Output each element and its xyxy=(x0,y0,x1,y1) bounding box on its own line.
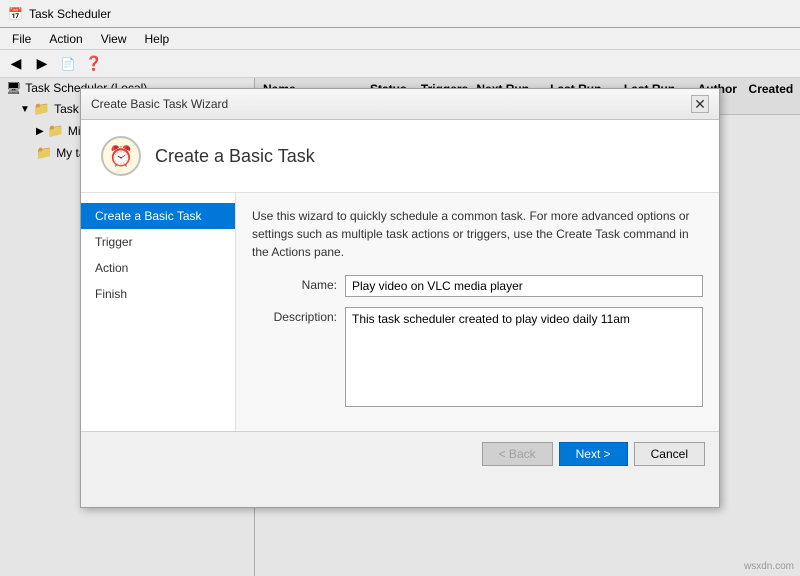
toolbar-file-btn[interactable]: 📄 xyxy=(56,53,80,75)
steps-panel: Create a Basic Task Trigger Action Finis… xyxy=(81,193,236,431)
content-panel: Use this wizard to quickly schedule a co… xyxy=(236,193,719,431)
next-button[interactable]: Next > xyxy=(559,442,628,466)
toolbar-back-btn[interactable]: ◀ xyxy=(4,53,28,75)
dialog-title: Create Basic Task Wizard xyxy=(91,97,228,111)
dialog-close-button[interactable]: ✕ xyxy=(691,95,709,113)
menu-view[interactable]: View xyxy=(93,30,135,48)
step-create[interactable]: Create a Basic Task xyxy=(81,203,235,229)
description-label: Description: xyxy=(252,307,337,324)
step-trigger[interactable]: Trigger xyxy=(81,229,235,255)
dialog-header-title: Create a Basic Task xyxy=(155,146,315,167)
dialog-footer: < Back Next > Cancel xyxy=(81,431,719,476)
app-title: Task Scheduler xyxy=(29,7,111,21)
dialog-titlebar: Create Basic Task Wizard ✕ xyxy=(81,89,719,120)
back-button[interactable]: < Back xyxy=(482,442,553,466)
toolbar-help-btn[interactable]: ❓ xyxy=(82,53,106,75)
form-row-description: Description: This task scheduler created… xyxy=(252,307,703,407)
dialog: Create Basic Task Wizard ✕ ⏰ Create a Ba… xyxy=(80,88,720,508)
dialog-header: ⏰ Create a Basic Task xyxy=(81,120,719,193)
menu-bar: File Action View Help xyxy=(0,28,800,50)
menu-help[interactable]: Help xyxy=(137,30,178,48)
step-finish[interactable]: Finish xyxy=(81,281,235,307)
name-label: Name: xyxy=(252,275,337,292)
modal-overlay: Create Basic Task Wizard ✕ ⏰ Create a Ba… xyxy=(0,78,800,576)
menu-file[interactable]: File xyxy=(4,30,39,48)
dialog-body: Create a Basic Task Trigger Action Finis… xyxy=(81,193,719,431)
step-action[interactable]: Action xyxy=(81,255,235,281)
name-input[interactable] xyxy=(345,275,703,297)
wizard-icon: ⏰ xyxy=(101,136,141,176)
menu-action[interactable]: Action xyxy=(41,30,90,48)
form-row-name: Name: xyxy=(252,275,703,297)
app-icon: 📅 xyxy=(8,7,23,21)
title-bar: 📅 Task Scheduler xyxy=(0,0,800,28)
toolbar: ◀ ▶ 📄 ❓ xyxy=(0,50,800,78)
toolbar-forward-btn[interactable]: ▶ xyxy=(30,53,54,75)
cancel-button[interactable]: Cancel xyxy=(634,442,705,466)
watermark: wsxdn.com xyxy=(744,561,794,572)
content-description: Use this wizard to quickly schedule a co… xyxy=(252,207,703,261)
description-textarea[interactable]: This task scheduler created to play vide… xyxy=(345,307,703,407)
